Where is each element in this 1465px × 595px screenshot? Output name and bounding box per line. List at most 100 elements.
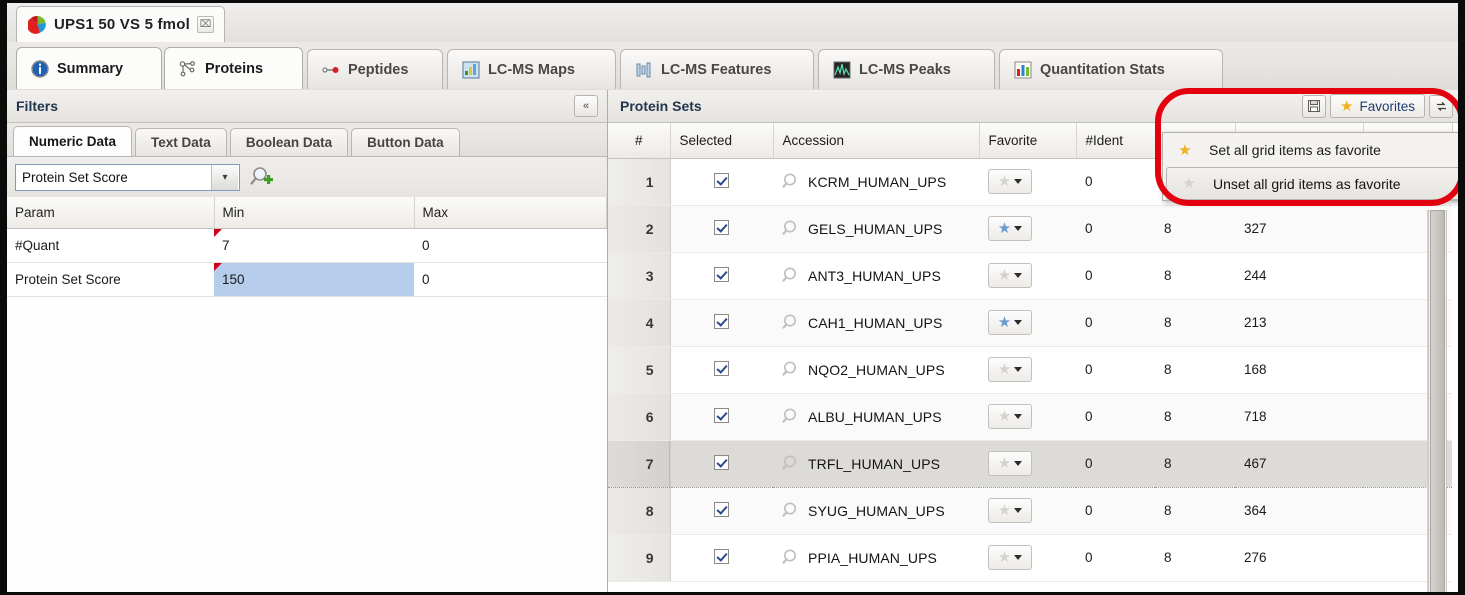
- filters-table-row[interactable]: Protein Set Score 150 0: [7, 262, 607, 297]
- favorite-cell[interactable]: ★: [979, 393, 1076, 441]
- magnifier-icon[interactable]: [782, 548, 801, 567]
- tab-lcms-maps[interactable]: LC-MS Maps: [447, 49, 616, 89]
- filters-table-row[interactable]: #Quant 7 0: [7, 228, 607, 263]
- favorite-toggle-button[interactable]: ★: [988, 169, 1032, 194]
- favorites-context-menu[interactable]: ★ Set all grid items as favorite ★ Unset…: [1162, 132, 1458, 201]
- magnifier-icon[interactable]: [782, 501, 801, 520]
- favorite-cell[interactable]: ★: [979, 252, 1076, 300]
- table-row[interactable]: 8SYUG_HUMAN_UPS★083648: [608, 487, 1452, 535]
- table-row[interactable]: 9PPIA_HUMAN_UPS★082769: [608, 534, 1452, 582]
- menu-item-set-all-favorite[interactable]: ★ Set all grid items as favorite: [1163, 133, 1458, 167]
- magnifier-icon[interactable]: [782, 360, 801, 379]
- checkbox-checked-icon[interactable]: [714, 219, 730, 235]
- tab-button-data[interactable]: Button Data: [351, 128, 460, 156]
- chevron-down-icon[interactable]: ▾: [211, 164, 238, 190]
- favorite-toggle-button[interactable]: ★: [988, 498, 1032, 523]
- accession-cell[interactable]: TRFL_HUMAN_UPS: [773, 439, 979, 488]
- menu-item-unset-all-favorite[interactable]: ★ Unset all grid items as favorite: [1166, 167, 1458, 200]
- refresh-icon[interactable]: [1429, 94, 1453, 118]
- document-tab[interactable]: UPS1 50 VS 5 fmol ⌧: [16, 6, 225, 42]
- magnifier-icon[interactable]: [782, 219, 801, 238]
- favorite-cell[interactable]: ★: [979, 158, 1076, 206]
- favorite-toggle-button[interactable]: ★: [988, 216, 1032, 241]
- favorite-toggle-button[interactable]: ★: [988, 545, 1032, 570]
- favorites-button[interactable]: ★ Favorites: [1330, 94, 1425, 118]
- accession-cell[interactable]: ANT3_HUMAN_UPS: [773, 252, 979, 300]
- save-icon[interactable]: [1302, 94, 1327, 118]
- tab-text-data[interactable]: Text Data: [135, 128, 227, 156]
- table-row[interactable]: 3ANT3_HUMAN_UPS★082449: [608, 252, 1452, 300]
- scrollbar-thumb[interactable]: [1430, 210, 1445, 592]
- collapse-panel-button[interactable]: «: [574, 95, 598, 117]
- selected-cell[interactable]: [670, 439, 773, 488]
- selected-cell[interactable]: [670, 393, 773, 441]
- accession-cell[interactable]: GELS_HUMAN_UPS: [773, 205, 979, 253]
- chevron-down-icon[interactable]: [1014, 367, 1023, 372]
- tab-lcms-features[interactable]: LC-MS Features: [620, 49, 814, 89]
- filters-col-param[interactable]: Param: [7, 197, 215, 229]
- filter-max-cell[interactable]: 0: [414, 262, 607, 297]
- table-row[interactable]: 4CAH1_HUMAN_UPS★082135: [608, 299, 1452, 347]
- magnifier-icon[interactable]: [782, 266, 801, 285]
- filter-min-cell[interactable]: 150: [214, 262, 414, 297]
- checkbox-checked-icon[interactable]: [714, 266, 730, 282]
- favorite-toggle-button[interactable]: ★: [988, 404, 1032, 429]
- tab-peptides[interactable]: Peptides: [307, 49, 443, 89]
- tab-quantitation-stats[interactable]: Quantitation Stats: [999, 49, 1223, 89]
- filters-col-min[interactable]: Min: [214, 197, 415, 229]
- tab-summary-wrapper[interactable]: Summary: [16, 47, 162, 89]
- checkbox-checked-icon[interactable]: [714, 548, 730, 564]
- magnifier-icon[interactable]: [782, 172, 801, 191]
- accession-cell[interactable]: ALBU_HUMAN_UPS: [773, 393, 979, 441]
- chevron-down-icon[interactable]: [1014, 508, 1023, 513]
- table-row[interactable]: 7TRFL_HUMAN_UPS★0846715: [608, 439, 1452, 488]
- chevron-down-icon[interactable]: [1014, 226, 1023, 231]
- favorite-cell[interactable]: ★: [979, 534, 1076, 582]
- close-icon[interactable]: ⌧: [196, 16, 214, 33]
- favorite-toggle-button[interactable]: ★: [988, 357, 1032, 382]
- table-row[interactable]: 6ALBU_HUMAN_UPS★0871820: [608, 393, 1452, 441]
- selected-cell[interactable]: [670, 346, 773, 394]
- filter-min-cell[interactable]: 7: [214, 228, 414, 263]
- table-row[interactable]: 5NQO2_HUMAN_UPS★081685: [608, 346, 1452, 394]
- chevron-down-icon[interactable]: [1014, 273, 1023, 278]
- col-favorite[interactable]: Favorite: [979, 123, 1077, 159]
- selected-cell[interactable]: [670, 158, 773, 206]
- chevron-down-icon[interactable]: [1014, 179, 1023, 184]
- filters-col-max[interactable]: Max: [414, 197, 607, 229]
- checkbox-checked-icon[interactable]: [714, 454, 730, 470]
- checkbox-checked-icon[interactable]: [714, 313, 730, 329]
- magnifier-icon[interactable]: [782, 407, 801, 426]
- favorite-toggle-button[interactable]: ★: [988, 310, 1032, 335]
- checkbox-checked-icon[interactable]: [714, 172, 730, 188]
- favorite-cell[interactable]: ★: [979, 487, 1076, 535]
- accession-cell[interactable]: SYUG_HUMAN_UPS: [773, 487, 979, 535]
- accession-cell[interactable]: NQO2_HUMAN_UPS: [773, 346, 979, 394]
- favorite-toggle-button[interactable]: ★: [988, 451, 1032, 476]
- accession-cell[interactable]: KCRM_HUMAN_UPS: [773, 158, 979, 206]
- tab-proteins[interactable]: Proteins: [164, 47, 303, 89]
- selected-cell[interactable]: [670, 534, 773, 582]
- chevron-down-icon[interactable]: [1014, 414, 1023, 419]
- vertical-scrollbar[interactable]: [1428, 210, 1447, 592]
- favorite-cell[interactable]: ★: [979, 299, 1076, 347]
- checkbox-checked-icon[interactable]: [714, 360, 730, 376]
- selected-cell[interactable]: [670, 487, 773, 535]
- chevron-down-icon[interactable]: [1014, 555, 1023, 560]
- checkbox-checked-icon[interactable]: [714, 501, 730, 517]
- filter-max-cell[interactable]: 0: [414, 228, 607, 263]
- magnifier-add-icon[interactable]: [249, 164, 275, 190]
- col-selected[interactable]: Selected: [670, 123, 774, 159]
- col-accession[interactable]: Accession: [773, 123, 980, 159]
- col-rownum[interactable]: #: [608, 123, 671, 159]
- chevron-down-icon[interactable]: [1014, 320, 1023, 325]
- accession-cell[interactable]: PPIA_HUMAN_UPS: [773, 534, 979, 582]
- col-ident[interactable]: #Ident: [1076, 123, 1156, 159]
- chevron-down-icon[interactable]: [1014, 461, 1023, 466]
- favorite-cell[interactable]: ★: [979, 439, 1076, 488]
- accession-cell[interactable]: CAH1_HUMAN_UPS: [773, 299, 979, 347]
- checkbox-checked-icon[interactable]: [714, 407, 730, 423]
- favorite-cell[interactable]: ★: [979, 205, 1076, 253]
- magnifier-icon[interactable]: [782, 313, 801, 332]
- favorite-toggle-button[interactable]: ★: [988, 263, 1032, 288]
